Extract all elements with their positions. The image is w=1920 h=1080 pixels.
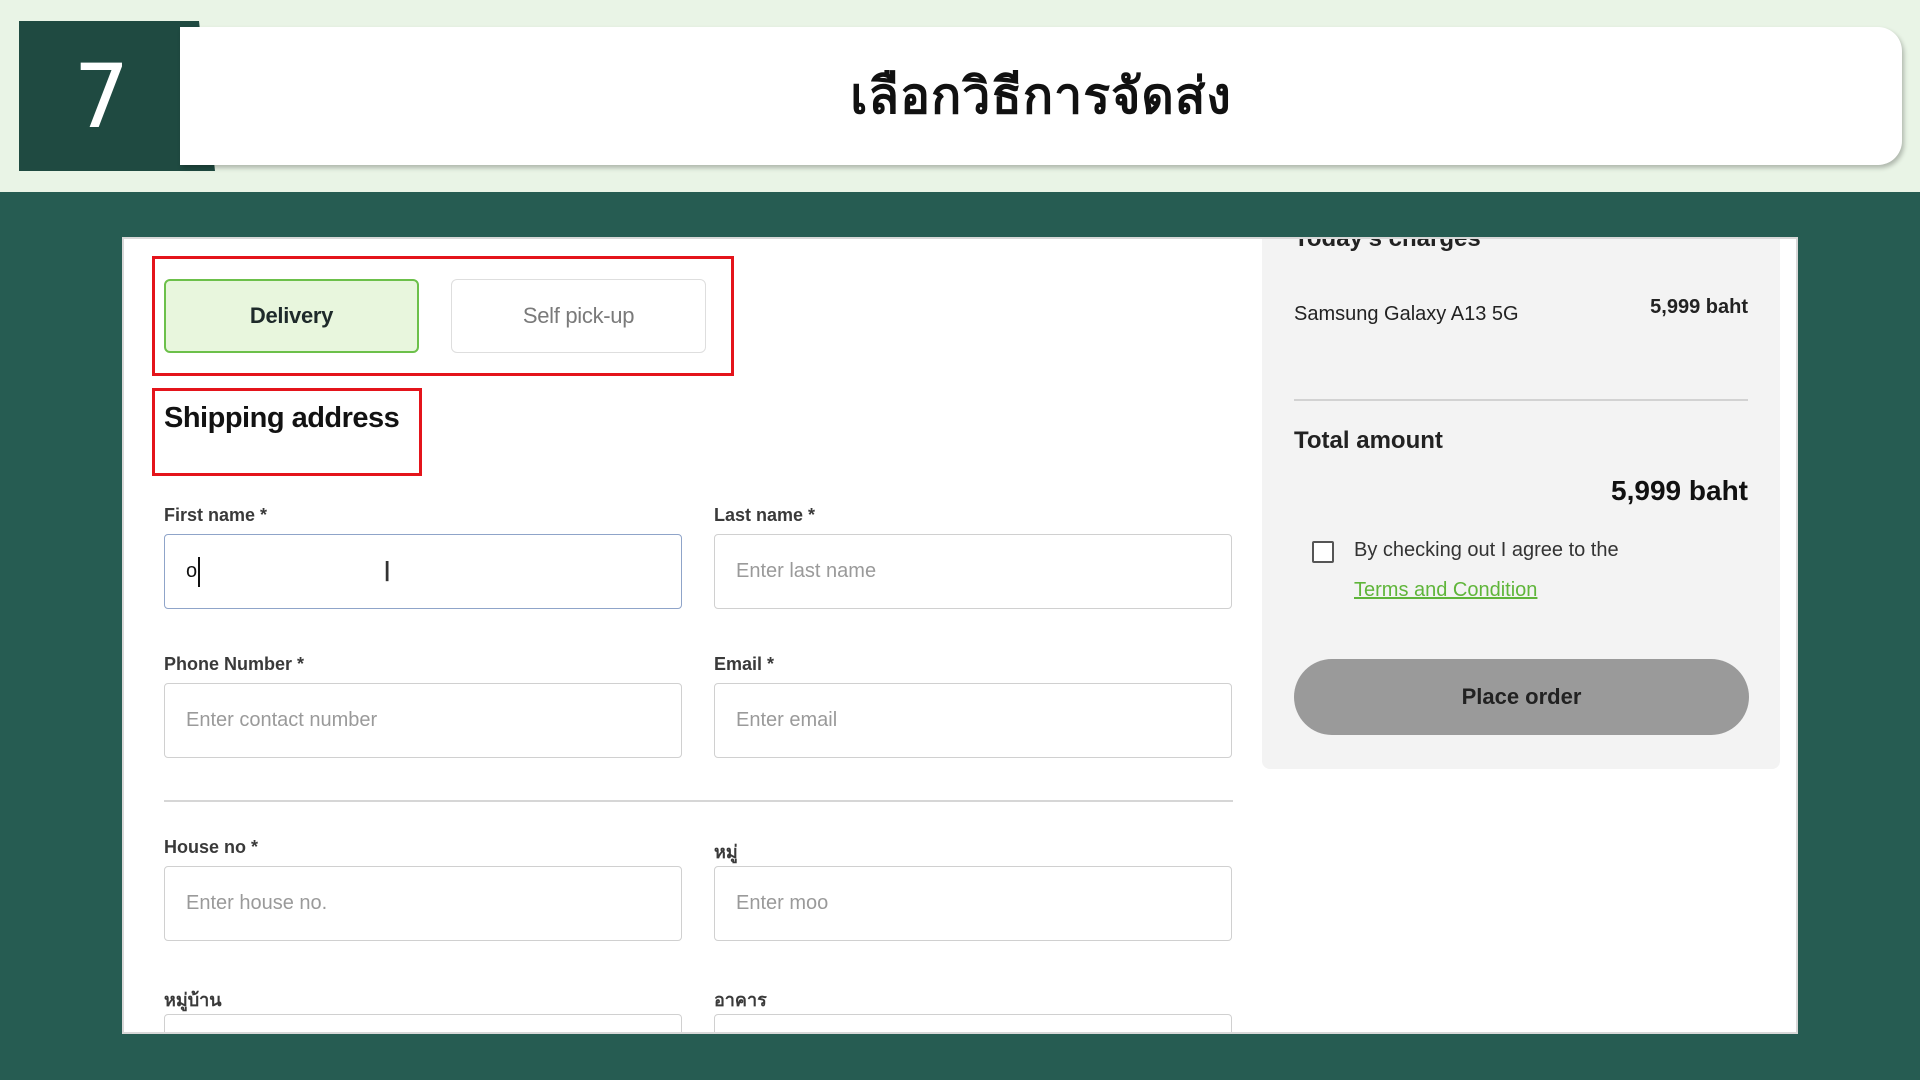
- total-amount-label: Total amount: [1294, 427, 1443, 454]
- last-name-label: Last name *: [714, 505, 816, 525]
- terms-checkbox[interactable]: [1312, 541, 1334, 563]
- todays-charges-title: Today's charges: [1294, 239, 1481, 253]
- house-no-input[interactable]: Enter house no.: [164, 866, 682, 941]
- item-price: 5,999 baht: [1650, 296, 1748, 318]
- first-name-input[interactable]: o I: [164, 534, 682, 609]
- total-amount-value: 5,999 baht: [1611, 475, 1748, 506]
- moo-input[interactable]: Enter moo: [714, 866, 1232, 941]
- ibeam-cursor-icon: I: [383, 555, 392, 588]
- banner: 7 เลือกวิธีการจัดส่ง: [0, 0, 1920, 192]
- item-name: Samsung Galaxy A13 5G: [1294, 303, 1519, 325]
- building-input[interactable]: [714, 1014, 1232, 1032]
- phone-input[interactable]: Enter contact number: [164, 683, 682, 758]
- village-input[interactable]: [164, 1014, 682, 1032]
- house-no-label: House no *: [164, 837, 259, 857]
- village-label: หมู่บ้าน: [164, 990, 222, 1011]
- first-name-label: First name *: [164, 505, 268, 525]
- step-title: เลือกวิธีการจัดส่ง: [850, 66, 1232, 125]
- email-input[interactable]: Enter email: [714, 683, 1232, 758]
- form-divider: [164, 800, 1233, 802]
- terms-link[interactable]: Terms and Condition: [1354, 579, 1537, 602]
- text-caret: [198, 556, 201, 587]
- last-name-input[interactable]: Enter last name: [714, 534, 1232, 609]
- building-label: อาคาร: [714, 990, 767, 1011]
- place-order-button[interactable]: Place order: [1294, 659, 1749, 735]
- moo-label: หมู่: [714, 842, 738, 863]
- phone-label: Phone Number *: [164, 654, 305, 674]
- title-card: เลือกวิธีการจัดส่ง: [180, 27, 1902, 165]
- order-summary-panel: Today's charges Samsung Galaxy A13 5G 5,…: [1262, 239, 1780, 769]
- email-label: Email *: [714, 654, 775, 674]
- step-number: 7: [73, 44, 130, 148]
- highlight-box-methods: [152, 256, 734, 376]
- first-name-value: o: [186, 560, 198, 582]
- checkout-screenshot: Delivery Self pick-up Shipping address F…: [124, 239, 1796, 1032]
- agree-text: By checking out I agree to the: [1354, 539, 1619, 561]
- highlight-box-shipping: [152, 388, 422, 476]
- summary-divider: [1294, 399, 1748, 401]
